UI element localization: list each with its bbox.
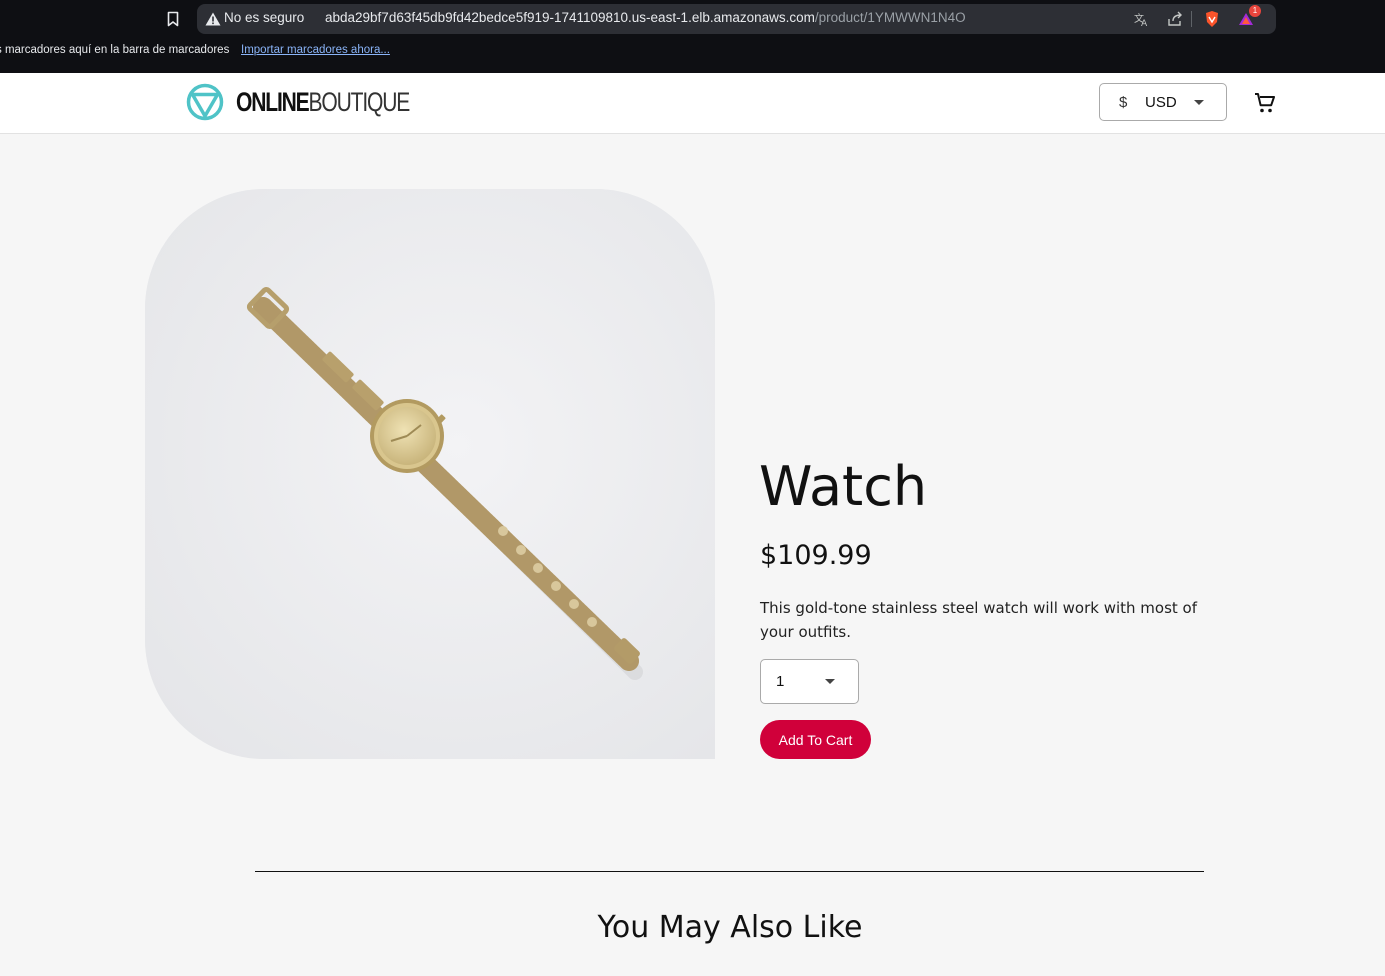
omnibox-separator: [1191, 11, 1192, 27]
browser-chrome: No es seguro abda29bf7d63f45db9fd42bedce…: [0, 0, 1385, 73]
share-icon[interactable]: [1166, 10, 1184, 28]
bookmark-icon[interactable]: [163, 8, 183, 30]
logo-text-light: BOUTIQUE: [308, 86, 411, 117]
currency-symbol: $: [1119, 94, 1128, 111]
product-description: This gold-tone stainless steel watch wil…: [760, 599, 1197, 641]
recommendations-title: You May Also Like: [597, 910, 863, 945]
warning-icon[interactable]: [205, 12, 221, 26]
translate-icon[interactable]: 文A: [1133, 10, 1151, 28]
product-price: $109.99: [760, 540, 872, 571]
watch-illustration: [145, 189, 715, 759]
omnibox[interactable]: No es seguro abda29bf7d63f45db9fd42bedce…: [197, 4, 1276, 34]
url-path: /product/1YMWWN1N4O: [814, 10, 966, 25]
cart-icon[interactable]: [1253, 91, 1277, 115]
product-image: [145, 189, 715, 759]
add-to-cart-button[interactable]: Add To Cart: [760, 720, 871, 759]
site-logo[interactable]: ONLINEBOUTIQUE: [186, 82, 458, 122]
product-name: Watch: [759, 455, 928, 518]
chevron-down-icon: [1194, 100, 1204, 105]
logo-text-bold: ONLINE: [236, 86, 310, 117]
svg-text:A: A: [1141, 19, 1148, 27]
brave-shield-icon[interactable]: [1203, 10, 1221, 28]
site-header: ONLINEBOUTIQUE $ USD: [0, 73, 1385, 134]
chevron-down-icon: [825, 679, 835, 684]
section-divider: [255, 871, 1204, 872]
address-row: No es seguro abda29bf7d63f45db9fd42bedce…: [0, 4, 1385, 34]
bookmarks-bar-text: s marcadores aquí en la barra de marcado…: [0, 44, 230, 56]
brave-rewards-icon[interactable]: 1: [1237, 5, 1261, 28]
currency-code: USD: [1145, 94, 1177, 111]
logo-icon: [186, 83, 224, 121]
logo-text: ONLINEBOUTIQUE: [236, 86, 411, 118]
import-bookmarks-link[interactable]: Importar marcadores ahora...: [241, 44, 390, 56]
quantity-select[interactable]: 1: [760, 659, 859, 704]
url-host: abda29bf7d63f45db9fd42bedce5f919-1741109…: [325, 10, 815, 25]
quantity-value: 1: [776, 673, 785, 690]
currency-selector[interactable]: $ USD: [1099, 83, 1227, 121]
notification-badge: 1: [1249, 5, 1261, 17]
url-text[interactable]: abda29bf7d63f45db9fd42bedce5f919-1741109…: [325, 10, 966, 25]
security-label[interactable]: No es seguro: [224, 10, 304, 25]
